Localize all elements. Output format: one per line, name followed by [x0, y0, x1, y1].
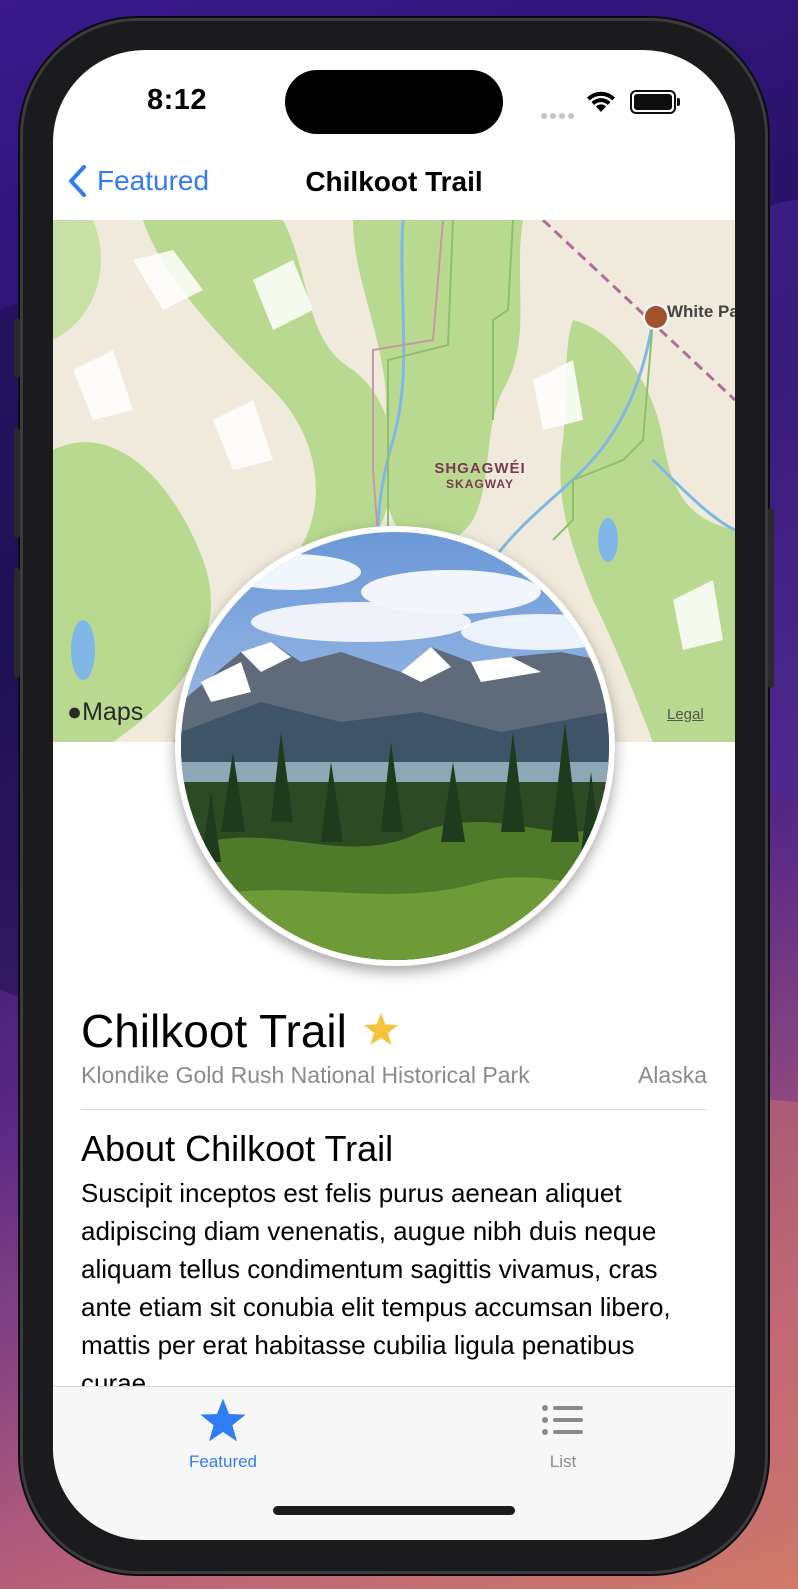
landmark-photo-frame	[175, 526, 615, 966]
landmark-photo	[181, 532, 609, 960]
home-indicator[interactable]	[273, 1506, 515, 1515]
star-icon	[200, 1398, 246, 1442]
favorite-star-icon[interactable]	[363, 1012, 399, 1051]
signal-dots-icon	[541, 106, 577, 124]
divider	[81, 1109, 707, 1110]
volume-down-button	[14, 568, 20, 678]
device-screen: 8:12 Featured Chilkoot Trail SHGAGWÉI SK…	[53, 50, 735, 1540]
state-name: Alaska	[637, 1062, 707, 1088]
poi-pin-icon[interactable]	[643, 304, 669, 330]
volume-up-button	[14, 428, 20, 538]
mute-switch	[14, 318, 20, 378]
apple-logo-icon: ●	[67, 698, 83, 726]
battery-icon	[630, 90, 680, 114]
title-row: Chilkoot Trail	[81, 1004, 707, 1058]
power-button	[768, 508, 774, 688]
park-name: Klondike Gold Rush National Historical P…	[81, 1062, 530, 1088]
apple-maps-logo: ●Maps	[67, 698, 143, 727]
tab-bar: Featured List	[53, 1386, 735, 1540]
tab-list[interactable]: List	[483, 1397, 643, 1472]
location-row: Klondike Gold Rush National Historical P…	[81, 1062, 707, 1089]
nav-title: Chilkoot Trail	[305, 166, 483, 197]
navigation-bar: Featured Chilkoot Trail	[53, 160, 735, 220]
landmark-title: Chilkoot Trail	[81, 1005, 347, 1057]
dynamic-island	[285, 70, 503, 134]
landmark-details: Chilkoot Trail Klondike Gold Rush Nation…	[81, 1004, 707, 1402]
about-description: Suscipit inceptos est felis purus aenean…	[81, 1178, 671, 1398]
maps-attribution-text: Maps	[82, 698, 144, 726]
wifi-icon	[585, 90, 617, 119]
about-heading: About Chilkoot Trail	[81, 1128, 394, 1169]
poi-label: White Pa	[667, 302, 735, 321]
status-bar: 8:12	[53, 50, 735, 160]
list-icon	[542, 1405, 583, 1435]
map-town-label-english: SKAGWAY	[446, 477, 514, 491]
legal-link[interactable]: Legal	[667, 706, 704, 723]
tab-featured-label: Featured	[188, 1452, 258, 1471]
status-time: 8:12	[147, 84, 208, 116]
tab-featured[interactable]: Featured	[143, 1397, 303, 1472]
map-town-label: SHGAGWÉI SKAGWAY	[415, 460, 545, 491]
tab-list-label: List	[549, 1452, 577, 1471]
map-town-label-native: SHGAGWÉI	[434, 460, 526, 477]
